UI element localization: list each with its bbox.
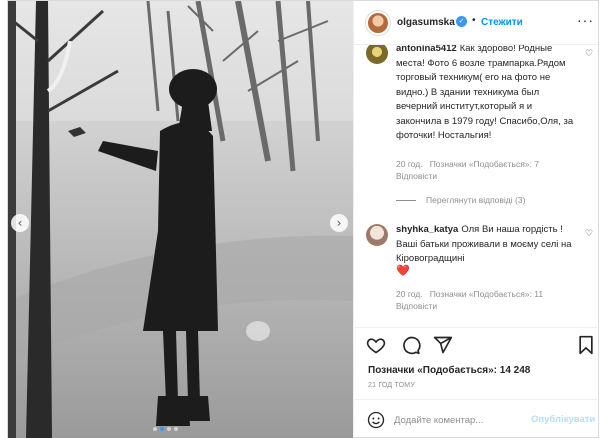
verified-badge-icon: ✓ [456, 16, 467, 27]
chevron-right-icon[interactable]: › [330, 214, 348, 232]
view-replies-label[interactable]: Переглянути відповіді (3) [426, 195, 525, 205]
share-icon[interactable] [433, 335, 453, 355]
comment-time: 20 год. [396, 159, 423, 169]
reply-link[interactable]: Відповісти [396, 171, 437, 181]
commenter-avatar[interactable] [366, 224, 388, 246]
add-comment-bar: Опублікувати [354, 399, 600, 438]
author-avatar[interactable] [366, 11, 390, 35]
comment-like-heart-icon[interactable]: ♡ [585, 229, 593, 239]
comment-input[interactable] [394, 413, 524, 427]
comments-list[interactable]: antonina5412 Как здорово! Родные места! Ф… [354, 45, 600, 327]
carousel-dot [174, 427, 178, 431]
comment-meta: 20 год. Позначки «Подобається»: 7 Відпов… [396, 158, 571, 182]
post-photo[interactable]: ‹ › [8, 1, 353, 438]
instagram-post: ‹ › olgasumska ✓ • Стежити ··· antonina5… [7, 0, 600, 438]
comment-time: 20 год. [396, 289, 423, 299]
view-replies-button[interactable]: Переглянути відповіді (3) [396, 195, 525, 205]
post-actions-bar [354, 327, 600, 361]
post-side-panel: olgasumska ✓ • Стежити ··· antonina5412 К… [353, 1, 600, 438]
post-time[interactable]: 21 ГОД ТОМУ [368, 382, 415, 389]
comment-likes-count[interactable]: Позначки «Подобається»: 7 [430, 159, 539, 169]
comment-username[interactable]: antonina5412 [396, 45, 457, 54]
more-horizontal-icon[interactable]: ··· [577, 12, 594, 28]
comment-like-heart-icon[interactable]: ♡ [585, 49, 593, 59]
post-header: olgasumska ✓ • Стежити ··· [354, 1, 600, 45]
commenter-avatar[interactable] [366, 45, 388, 64]
carousel-dot [167, 427, 171, 431]
comment-likes-count[interactable]: Позначки «Подобається»: 11 [430, 289, 543, 299]
publish-button[interactable]: Опублікувати [531, 414, 595, 425]
carousel-dots [153, 427, 178, 431]
comment-meta: 20 год. Позначки «Подобається»: 11 Відпо… [396, 288, 571, 312]
comment-body: Как здорово! Родные места! Фото 6 возле … [396, 45, 574, 141]
carousel-dot [153, 427, 157, 431]
save-icon[interactable] [576, 335, 596, 355]
carousel-dot-active [160, 427, 164, 431]
heart-icon[interactable] [366, 335, 386, 355]
separator-dot: • [472, 15, 476, 26]
comment-icon[interactable] [401, 335, 421, 355]
comment-username[interactable]: shyhka_katya [396, 224, 458, 235]
follow-button[interactable]: Стежити [481, 17, 523, 28]
likes-count[interactable]: Позначки «Подобається»: 14 248 [368, 365, 530, 376]
black-white-winter-photo [8, 1, 353, 438]
comment-text: antonina5412 Как здорово! Родные места! Ф… [396, 45, 580, 144]
comment-text: shyhka_katya Оля Ви наша гордість ! Ваші … [396, 223, 580, 267]
author-username[interactable]: olgasumska [397, 17, 455, 28]
replies-line [396, 199, 416, 201]
emoji-icon[interactable] [367, 411, 385, 429]
chevron-left-icon[interactable]: ‹ [11, 214, 29, 232]
reply-link[interactable]: Відповісти [396, 301, 437, 311]
red-heart-emoji: ❤️ [396, 264, 410, 277]
